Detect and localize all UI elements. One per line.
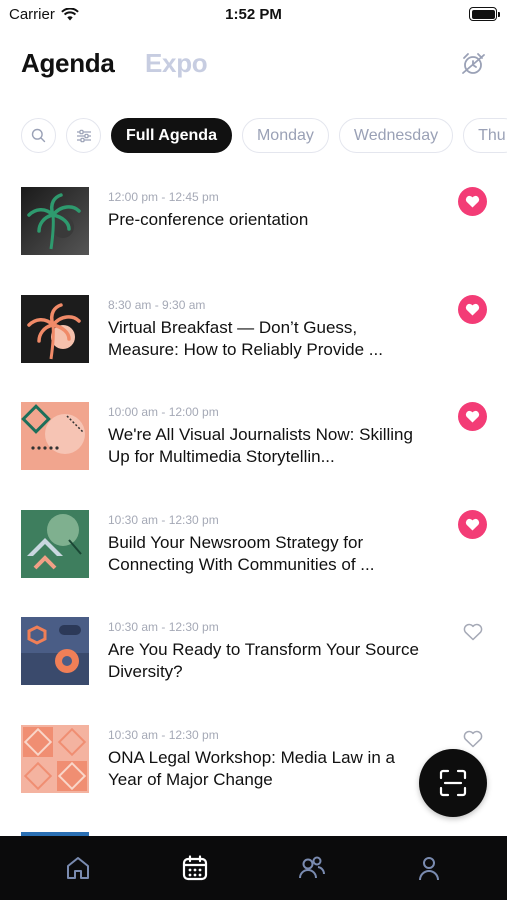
scan-icon — [439, 769, 467, 797]
profile-icon — [418, 857, 439, 881]
favorite-button[interactable] — [458, 402, 487, 431]
search-button[interactable] — [21, 118, 56, 153]
filter-chips: Full Agenda Monday Wednesday Thu — [21, 118, 507, 154]
tab-home[interactable] — [58, 848, 98, 888]
favorite-button[interactable] — [458, 294, 487, 324]
session-time: 10:30 am - 12:30 pm — [108, 512, 219, 527]
session-row[interactable]: 12:00 pm - 12:45 pm Pre-conference orien… — [0, 185, 507, 293]
chip-thursday[interactable]: Thu — [463, 118, 507, 153]
bottom-tab-bar — [0, 836, 507, 900]
session-row[interactable]: 10:00 am - 12:00 pm We're All Visual Jou… — [0, 400, 507, 508]
session-thumbnail — [21, 617, 89, 685]
scan-button[interactable] — [419, 749, 487, 817]
session-thumbnail — [21, 724, 89, 793]
chip-full-agenda[interactable]: Full Agenda — [111, 118, 232, 153]
session-row[interactable]: 8:30 am - 9:30 am Virtual Breakfast — Do… — [0, 293, 507, 401]
session-time: 10:30 am - 12:30 pm — [108, 620, 219, 634]
tab-agenda-calendar[interactable] — [175, 848, 215, 888]
favorite-button[interactable] — [458, 725, 487, 754]
sliders-icon — [76, 129, 91, 142]
session-time: 10:30 am - 12:30 pm — [108, 727, 219, 742]
tab-people[interactable] — [292, 848, 332, 888]
filter-button[interactable] — [66, 118, 101, 153]
session-time: 12:00 pm - 12:45 pm — [108, 190, 219, 204]
favorite-button[interactable] — [458, 509, 487, 539]
heart-filled-icon — [465, 410, 480, 423]
tab-expo[interactable]: Expo — [145, 48, 208, 79]
chip-wednesday[interactable]: Wednesday — [338, 118, 454, 153]
heart-outline-icon — [463, 623, 482, 640]
header: Agenda Expo — [21, 48, 486, 84]
session-title: Pre-conference orientation — [108, 210, 309, 229]
home-icon — [67, 857, 90, 879]
calendar-icon — [183, 855, 208, 881]
chip-monday[interactable]: Monday — [241, 118, 329, 153]
session-title: Are You Ready to Transform Your Source D… — [108, 640, 419, 681]
session-title: ONA Legal Workshop: Media Law in a Year … — [108, 747, 395, 789]
heart-filled-icon — [465, 303, 480, 315]
battery-icon — [469, 7, 500, 21]
session-time: 10:00 am - 12:00 pm — [108, 405, 219, 419]
session-thumbnail — [21, 402, 89, 470]
session-thumbnail — [21, 509, 89, 578]
session-row[interactable]: 10:30 am - 12:30 pm Are You Ready to Tra… — [0, 615, 507, 723]
session-title: Virtual Breakfast — Don’t Guess, Measure… — [108, 317, 383, 359]
session-title: We're All Visual Journalists Now: Skilli… — [108, 425, 413, 466]
tab-agenda[interactable]: Agenda — [21, 48, 115, 79]
heart-outline-icon — [463, 730, 482, 748]
status-time: 1:52 PM — [225, 6, 282, 23]
session-title: Build Your Newsroom Strategy for Connect… — [108, 532, 375, 574]
session-thumbnail — [21, 187, 89, 255]
heart-filled-icon — [465, 195, 480, 208]
session-list: 12:00 pm - 12:45 pm Pre-conference orien… — [0, 185, 507, 830]
session-row[interactable]: 10:30 am - 12:30 pm Build Your Newsroom … — [0, 508, 507, 616]
people-icon — [298, 856, 325, 879]
session-thumbnail — [21, 294, 89, 363]
alarm-clock-icon[interactable] — [460, 51, 486, 77]
status-bar: Carrier 1:52 PM — [0, 0, 507, 30]
tab-profile[interactable] — [409, 848, 449, 888]
favorite-button[interactable] — [458, 617, 487, 646]
session-time: 8:30 am - 9:30 am — [108, 297, 206, 312]
favorite-button[interactable] — [458, 187, 487, 216]
search-icon — [31, 128, 46, 143]
heart-filled-icon — [465, 518, 480, 530]
